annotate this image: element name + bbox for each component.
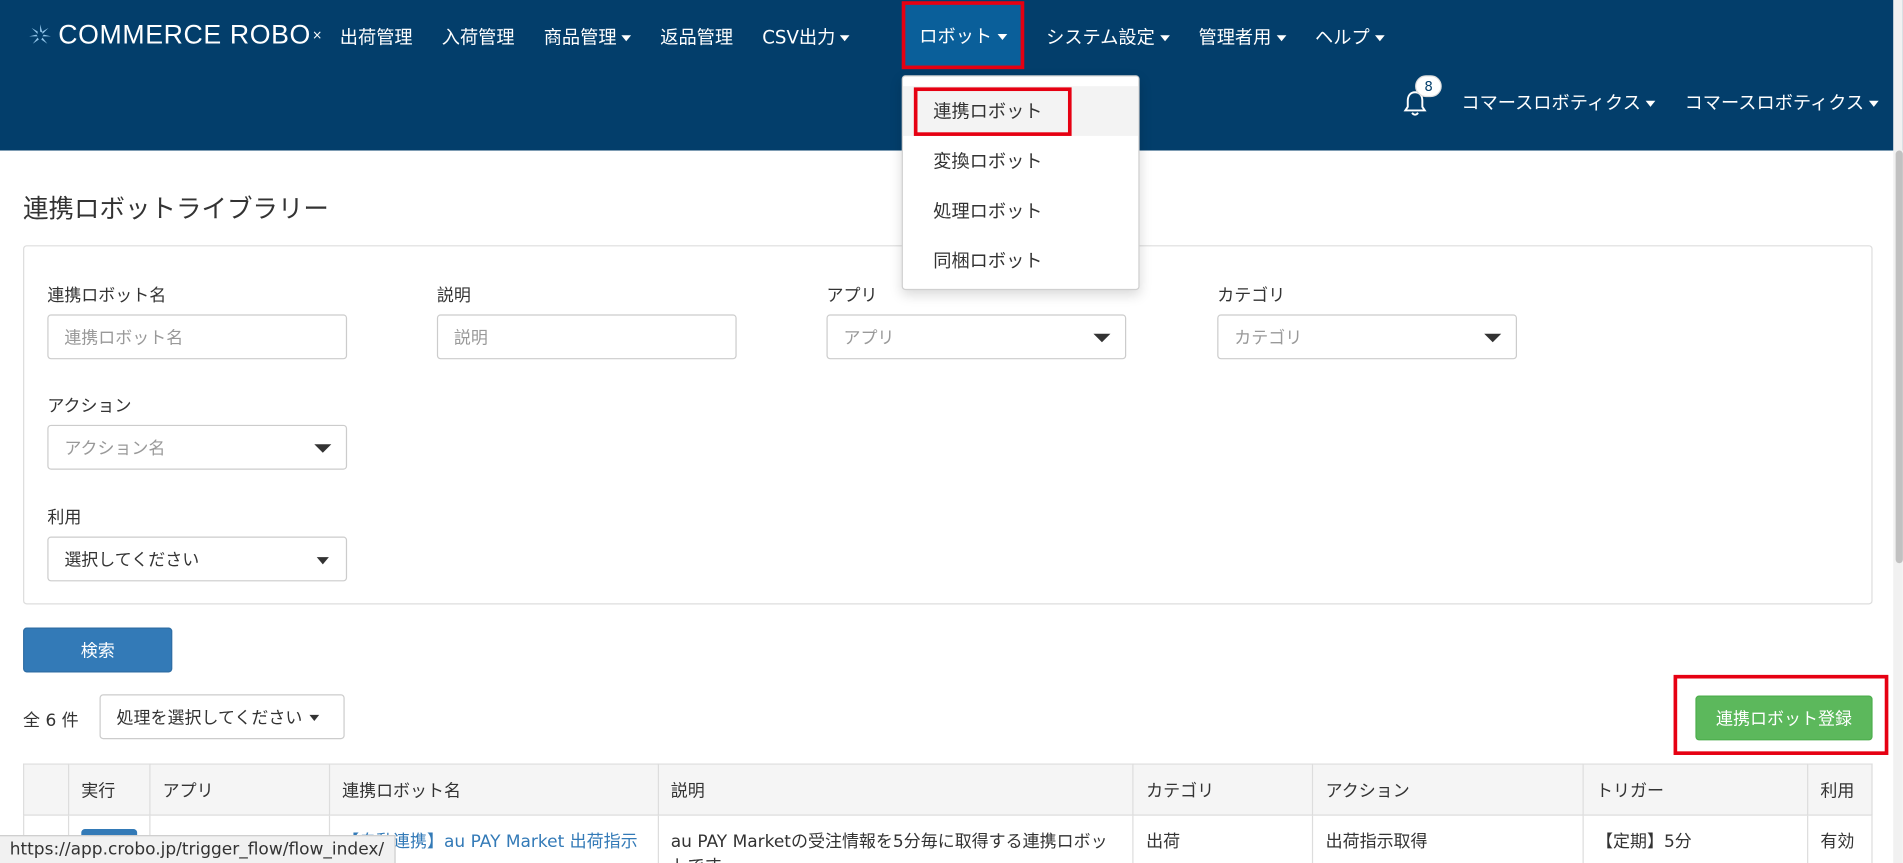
page-title: 連携ロボットライブラリー — [23, 194, 329, 224]
col-header-select — [23, 763, 70, 816]
caret-down-icon — [1374, 34, 1385, 41]
company-menu[interactable]: コマースロボティクス — [1461, 89, 1656, 114]
nav-shipping[interactable]: 出荷管理 — [325, 2, 427, 70]
caret-down-icon — [621, 34, 632, 41]
register-robot-button[interactable]: 連携ロボット登録 — [1695, 695, 1873, 741]
col-header-name[interactable]: 連携ロボット名 — [328, 763, 659, 816]
caret-down-icon — [1484, 333, 1502, 343]
use-label: 利用 — [47, 508, 82, 529]
caret-down-icon — [309, 714, 320, 721]
caret-down-icon — [1093, 333, 1111, 343]
caret-down-icon — [1276, 34, 1286, 41]
selected-value: 処理を選択してください — [116, 708, 303, 728]
category-select[interactable]: カテゴリ — [1217, 314, 1517, 360]
search-button[interactable]: 検索 — [23, 627, 173, 673]
row-trigger: 【定期】5分 — [1582, 814, 1809, 863]
description-label: 説明 — [436, 286, 471, 306]
caret-down-icon — [1645, 100, 1656, 107]
menu-item-label: 同梱ロボット — [933, 250, 1043, 272]
category-label: カテゴリ — [1217, 286, 1286, 306]
menu-item-processing-robot[interactable]: 処理ロボット — [903, 186, 1138, 236]
robot-dropdown-menu: 連携ロボット 変換ロボット 処理ロボット 同梱ロボット — [901, 75, 1140, 291]
main-nav: 出荷管理 入荷管理 商品管理 返品管理 CSV出力 — [325, 0, 864, 73]
nav-label: CSV出力 — [762, 26, 836, 48]
nav-label: 出荷管理 — [339, 26, 413, 48]
nav-admin[interactable]: 管理者用 — [1184, 2, 1301, 70]
placeholder: アクション名 — [64, 438, 166, 459]
logo[interactable]: COMMERCE ROBO × — [27, 19, 323, 51]
logo-mark-icon — [29, 24, 51, 44]
menu-item-bundle-robot[interactable]: 同梱ロボット — [903, 235, 1138, 285]
caret-down-icon — [1868, 100, 1879, 107]
action-select[interactable]: アクション名 — [47, 424, 348, 470]
caret-down-icon — [1159, 34, 1170, 41]
row-use: 有効 — [1807, 814, 1873, 863]
col-header-description: 説明 — [657, 763, 1134, 816]
user-nav: 8 コマースロボティクス コマースロボティクス — [1403, 75, 1879, 116]
nav-help[interactable]: ヘルプ — [1300, 2, 1398, 70]
notification-button[interactable]: 8 — [1403, 75, 1442, 116]
nav-label: システム設定 — [1046, 26, 1155, 48]
menu-item-conversion-robot[interactable]: 変換ロボット — [903, 136, 1138, 186]
nav-system-settings[interactable]: システム設定 — [1032, 2, 1184, 70]
scrollbar-thumb[interactable] — [1895, 150, 1903, 564]
app-label: アプリ — [826, 286, 878, 306]
menu-item-label: 変換ロボット — [933, 150, 1043, 173]
nav-label: 商品管理 — [543, 26, 617, 48]
description-input[interactable]: 説明 — [436, 314, 737, 360]
search-filter-panel: 連携ロボット名 連携ロボット名 説明 説明 アプリ アプリ カテゴリ カテゴリ … — [23, 245, 1873, 605]
user-menu[interactable]: コマースロボティクス — [1685, 89, 1879, 114]
caret-down-icon — [996, 33, 1007, 40]
robot-name-label: 連携ロボット名 — [47, 286, 167, 306]
row-category: 出荷 — [1132, 814, 1314, 863]
nav-products[interactable]: 商品管理 — [529, 2, 646, 70]
row-action: 出荷指示取得 — [1312, 814, 1584, 863]
nav-label: ヘルプ — [1315, 26, 1370, 48]
bulk-action-select[interactable]: 処理を選択してください — [99, 694, 345, 740]
nav-label: 管理者用 — [1198, 26, 1272, 48]
nav-label: ロボット — [919, 24, 993, 47]
main-nav-right: システム設定 管理者用 ヘルプ — [1032, 0, 1399, 73]
app-select[interactable]: アプリ — [826, 314, 1127, 360]
placeholder: アプリ — [843, 328, 895, 348]
notification-badge: 8 — [1415, 75, 1442, 98]
user-name: コマースロボティクス — [1684, 91, 1865, 114]
placeholder: カテゴリ — [1234, 328, 1303, 348]
col-header-trigger[interactable]: トリガー — [1582, 763, 1809, 816]
selected-value: 選択してください — [64, 550, 200, 570]
col-header-category[interactable]: カテゴリ — [1132, 763, 1314, 816]
table-header-row: 実行 アプリ 連携ロボット名 説明 カテゴリ アクション トリガー 利用 — [23, 763, 1873, 816]
menu-item-integration-robot[interactable]: 連携ロボット — [902, 86, 1139, 136]
caret-down-icon — [316, 557, 329, 565]
nav-returns[interactable]: 返品管理 — [646, 2, 748, 70]
logo-text: COMMERCE ROBO — [58, 19, 311, 50]
caret-down-icon — [840, 34, 850, 41]
total-count: 全 6 件 — [23, 711, 79, 731]
col-header-app[interactable]: アプリ — [149, 763, 330, 816]
col-header-use[interactable]: 利用 — [1807, 763, 1873, 816]
use-select[interactable]: 選択してください — [47, 536, 348, 582]
nav-label: 返品管理 — [660, 26, 734, 48]
placeholder: 連携ロボット名 — [64, 328, 184, 348]
nav-csv-export[interactable]: CSV出力 — [748, 2, 865, 70]
nav-receiving[interactable]: 入荷管理 — [427, 2, 529, 70]
logo-star: × — [312, 28, 323, 42]
robot-name-input[interactable]: 連携ロボット名 — [47, 314, 348, 360]
caret-down-icon — [314, 444, 332, 453]
menu-item-label: 処理ロボット — [933, 200, 1043, 223]
company-name: コマースロボティクス — [1461, 91, 1641, 114]
row-description: au PAY Marketの受注情報を5分毎に取得する連携ロボットです — [657, 814, 1134, 863]
menu-item-label: 連携ロボット — [933, 100, 1043, 123]
action-label: アクション — [47, 396, 132, 417]
col-header-run: 実行 — [67, 763, 151, 816]
placeholder: 説明 — [453, 328, 488, 348]
link-status-bar: https://app.crobo.jp/trigger_flow/flow_i… — [0, 835, 396, 863]
col-header-action[interactable]: アクション — [1312, 763, 1584, 816]
nav-robot[interactable]: ロボット — [901, 1, 1025, 70]
page-scrollbar[interactable] — [1893, 0, 1903, 863]
nav-label: 入荷管理 — [441, 26, 515, 48]
